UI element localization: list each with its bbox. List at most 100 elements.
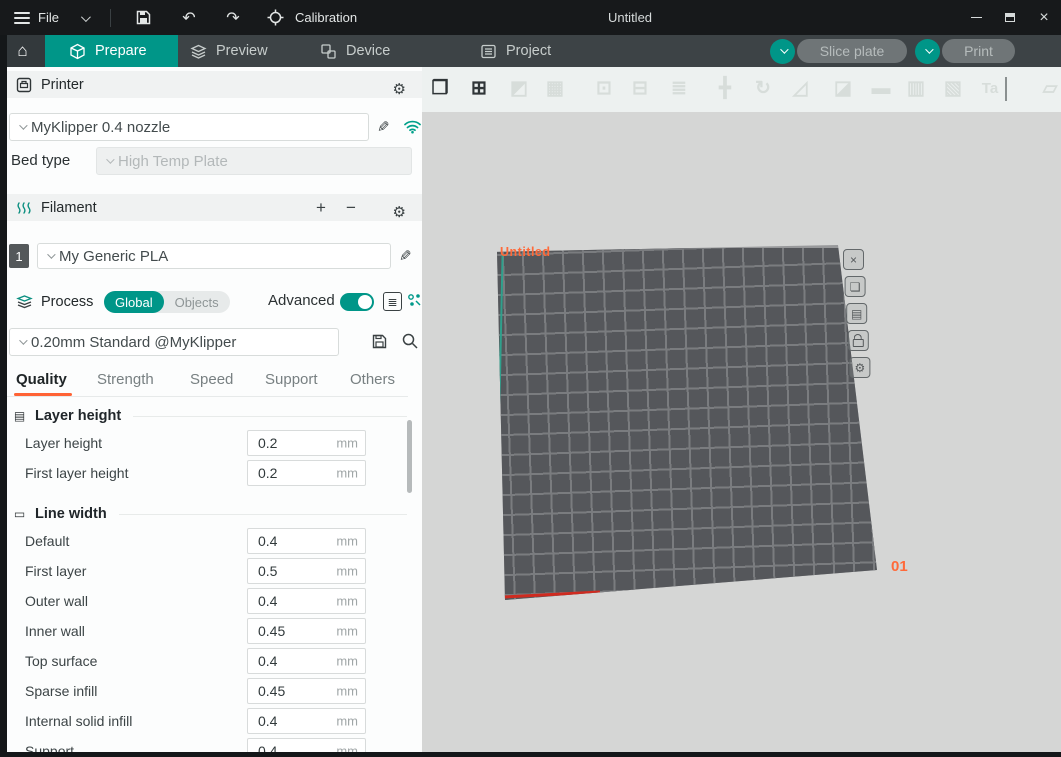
setting-group-header[interactable]: ▭ Line width xyxy=(7,502,415,526)
setting-label: Layer height xyxy=(25,435,102,451)
rotate-icon[interactable]: ↻ xyxy=(749,75,777,103)
tab-others[interactable]: Others xyxy=(350,371,395,388)
move-icon[interactable]: ╋ xyxy=(711,75,739,103)
copy-icon[interactable]: ⊡ xyxy=(590,75,618,103)
printer-preset-value: MyKlipper 0.4 nozzle xyxy=(31,119,170,136)
setting-group-title: Line width xyxy=(35,506,107,522)
calibration-icon[interactable] xyxy=(267,9,287,26)
undo-icon[interactable]: ↶ xyxy=(179,8,199,28)
add-plate-icon[interactable]: ⊞ xyxy=(465,75,493,103)
setting-unit: mm xyxy=(336,684,358,699)
process-preset-value: 0.20mm Standard @MyKlipper xyxy=(31,334,236,351)
setting-input[interactable]: 0.45mm xyxy=(247,618,366,644)
remove-filament-icon[interactable]: − xyxy=(342,198,360,218)
origin-axis-marker xyxy=(491,583,505,595)
slice-plate-button[interactable]: Slice plate xyxy=(797,39,907,63)
setting-input[interactable]: 0.5mm xyxy=(247,558,366,584)
setting-input[interactable]: 0.4mm xyxy=(247,708,366,734)
mesh-boolean-icon[interactable]: ▧ xyxy=(939,75,967,103)
setting-value: 0.4 xyxy=(258,533,277,549)
process-section-header: Process Global Objects Advanced ≣ xyxy=(7,288,422,315)
tab-device[interactable]: Device xyxy=(320,35,390,67)
filament-slot-badge: 1 xyxy=(9,244,29,268)
3d-viewport[interactable]: ❒⊞◩▦⊡⊟≣╋↻◿◪▬▥▧Ta▱ Untitled 01 ×❏▤⚙ xyxy=(422,67,1061,757)
setting-label: First layer height xyxy=(25,465,128,481)
assembly-view-icon[interactable]: ≣ xyxy=(665,75,693,103)
build-plate[interactable] xyxy=(488,240,888,610)
setting-row: Top surface0.4mm xyxy=(7,646,415,676)
plate-settings-icon[interactable]: ⚙ xyxy=(849,357,870,378)
maximize-button[interactable] xyxy=(993,0,1027,35)
setting-input[interactable]: 0.45mm xyxy=(247,678,366,704)
setting-input[interactable]: 0.4mm xyxy=(247,588,366,614)
line-width-icon: ▭ xyxy=(11,507,28,521)
printer-connection-icon[interactable] xyxy=(403,118,422,134)
print-options-chevron-icon[interactable] xyxy=(915,39,940,64)
save-preset-icon[interactable] xyxy=(371,333,388,350)
text-icon[interactable]: Ta xyxy=(976,75,1004,103)
printer-preset-dropdown[interactable]: MyKlipper 0.4 nozzle xyxy=(9,113,369,141)
redo-icon[interactable]: ↷ xyxy=(223,8,243,28)
printer-icon xyxy=(15,77,33,93)
plate-name-label[interactable]: Untitled xyxy=(500,245,551,259)
tab-prepare[interactable]: Prepare xyxy=(45,35,178,67)
auto-orient-icon[interactable]: ◩ xyxy=(505,75,533,103)
scope-global-button[interactable]: Global xyxy=(104,291,164,313)
process-preset-dropdown[interactable]: 0.20mm Standard @MyKlipper xyxy=(9,328,339,356)
printer-edit-icon[interactable]: ✎ xyxy=(377,118,390,136)
minimize-button[interactable] xyxy=(959,0,993,35)
setting-group-header[interactable]: ▤Layer height xyxy=(7,404,415,428)
split-icon[interactable]: ▥ xyxy=(902,75,930,103)
setting-row: Default0.4mm xyxy=(7,526,415,556)
advanced-toggle[interactable] xyxy=(340,293,374,311)
tab-support[interactable]: Support xyxy=(265,371,318,388)
close-button[interactable]: × xyxy=(1027,0,1061,35)
paste-icon[interactable]: ⊟ xyxy=(626,75,654,103)
seam-painting-icon[interactable]: ▱ xyxy=(1036,75,1061,103)
tab-strength[interactable]: Strength xyxy=(97,371,154,388)
tab-preview[interactable]: Preview xyxy=(190,35,268,67)
setting-row: First layer0.5mm xyxy=(7,556,415,586)
delete-plate-icon[interactable]: × xyxy=(843,249,864,270)
toolbar-separator xyxy=(1005,77,1007,101)
printer-settings-gear-icon[interactable]: ⚙ xyxy=(393,80,406,98)
filament-settings-gear-icon[interactable]: ⚙ xyxy=(393,203,406,221)
menu-icon[interactable] xyxy=(14,12,30,24)
settings-scrollbar[interactable] xyxy=(407,420,412,493)
preset-list-icon[interactable]: ≣ xyxy=(383,292,402,311)
setting-value: 0.4 xyxy=(258,653,277,669)
setting-input[interactable]: 0.4mm xyxy=(247,648,366,674)
setting-input[interactable]: 0.4mm xyxy=(247,528,366,554)
scope-objects-button[interactable]: Objects xyxy=(164,291,230,313)
setting-input[interactable]: 0.2mm xyxy=(247,460,366,486)
calibration-menu[interactable]: Calibration xyxy=(295,10,357,25)
bed-type-dropdown[interactable]: High Temp Plate xyxy=(96,147,412,175)
print-button[interactable]: Print xyxy=(942,39,1015,63)
arrange-icon[interactable]: ▦ xyxy=(541,75,569,103)
save-icon[interactable] xyxy=(135,9,155,26)
filament-edit-icon[interactable]: ✎ xyxy=(399,247,412,265)
tab-project[interactable]: Project xyxy=(480,35,551,67)
setting-input[interactable]: 0.2mm xyxy=(247,430,366,456)
file-menu-chevron-icon[interactable] xyxy=(81,10,88,25)
scale-icon[interactable]: ◿ xyxy=(786,75,814,103)
printer-section-header: Printer ⚙ xyxy=(7,71,422,98)
lock-plate-icon[interactable] xyxy=(848,330,869,351)
file-menu[interactable]: File xyxy=(38,10,59,25)
parameter-table-icon[interactable] xyxy=(406,292,423,314)
filament-preset-dropdown[interactable]: My Generic PLA xyxy=(37,243,391,269)
setting-unit: mm xyxy=(336,594,358,609)
search-settings-icon[interactable] xyxy=(401,332,419,355)
slice-options-chevron-icon[interactable] xyxy=(770,39,795,64)
tab-speed[interactable]: Speed xyxy=(190,371,233,388)
setting-unit: mm xyxy=(336,466,358,481)
orient-plate-icon[interactable]: ❏ xyxy=(845,276,866,297)
cut-icon[interactable]: ▬ xyxy=(867,75,895,103)
tab-quality[interactable]: Quality xyxy=(16,371,67,388)
filament-section-header: Filament + − ⚙ xyxy=(7,194,422,221)
tab-label: Project xyxy=(506,43,551,59)
add-object-icon[interactable]: ❒ xyxy=(426,75,454,103)
arrange-plate-icon[interactable]: ▤ xyxy=(846,303,867,324)
add-filament-icon[interactable]: + xyxy=(312,198,330,218)
place-on-face-icon[interactable]: ◪ xyxy=(829,75,857,103)
